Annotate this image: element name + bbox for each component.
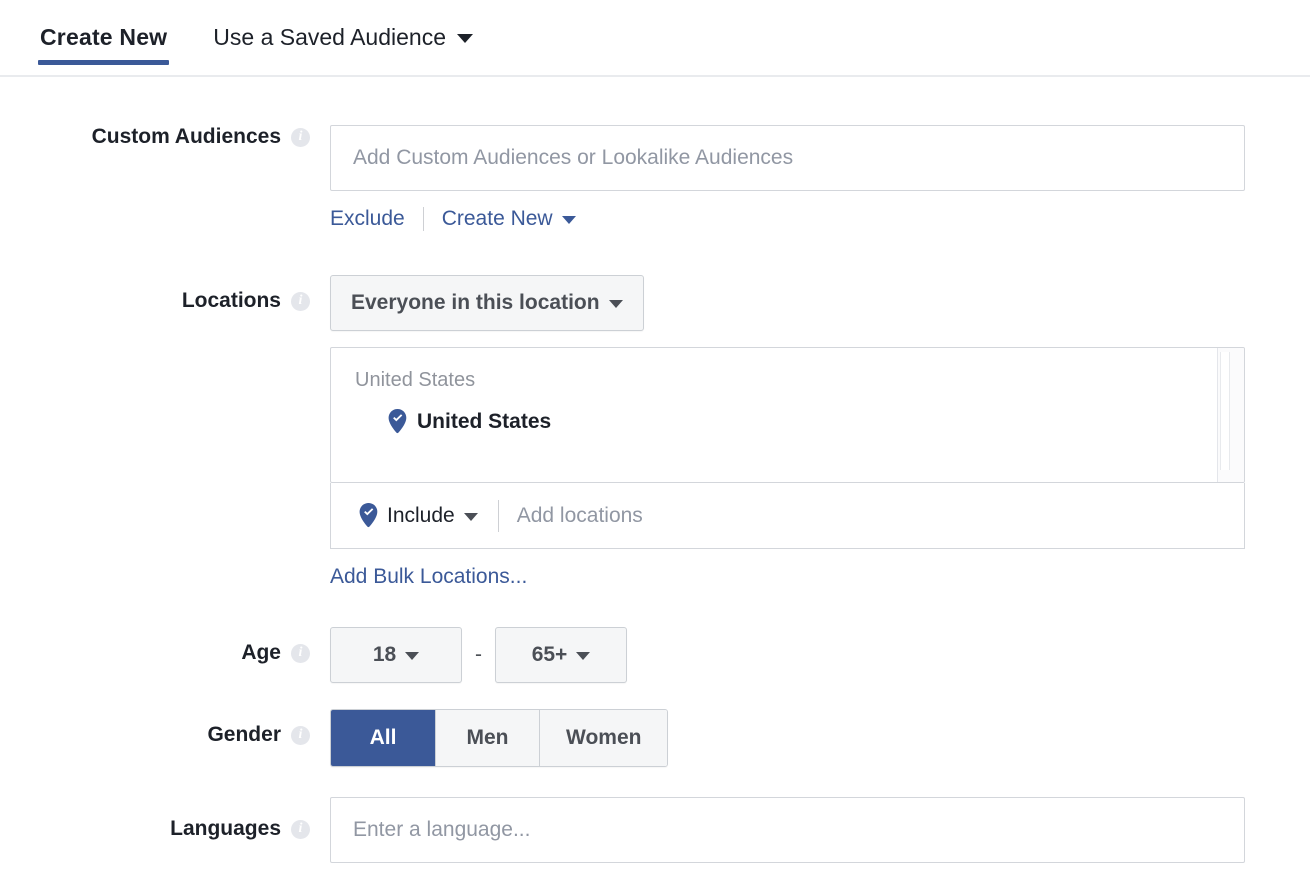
age-min-value: 18 bbox=[372, 643, 397, 666]
age-max-value: 65+ bbox=[531, 643, 568, 666]
tab-use-saved-audience-label: Use a Saved Audience bbox=[213, 24, 446, 50]
tab-use-saved-audience[interactable]: Use a Saved Audience bbox=[211, 0, 475, 75]
map-pin-check-icon bbox=[359, 503, 378, 528]
location-add-row: Include Add locations bbox=[330, 483, 1245, 549]
locations-scrollbar[interactable] bbox=[1217, 348, 1244, 482]
tab-create-new-label: Create New bbox=[40, 24, 168, 50]
gender-label: Gender bbox=[207, 723, 281, 746]
chevron-down-icon bbox=[405, 652, 420, 660]
gender-controls: All Men Women bbox=[330, 709, 1310, 767]
age-max-dropdown[interactable]: 65+ bbox=[495, 627, 627, 683]
audience-form: Custom Audiences i Add Custom Audiences … bbox=[0, 77, 1310, 863]
chevron-down-icon[interactable] bbox=[561, 216, 576, 224]
location-scope-value: Everyone in this location bbox=[351, 291, 600, 314]
languages-label: Languages bbox=[170, 817, 281, 840]
location-scope-dropdown[interactable]: Everyone in this location bbox=[330, 275, 644, 331]
info-icon[interactable]: i bbox=[291, 725, 310, 745]
location-input-divider bbox=[497, 499, 499, 532]
custom-audiences-links: Exclude Create New bbox=[330, 207, 1310, 231]
locations-scrollbar-thumb[interactable] bbox=[1220, 352, 1230, 470]
include-exclude-dropdown[interactable]: Include bbox=[359, 503, 478, 528]
chevron-down-icon bbox=[608, 300, 623, 308]
add-locations-input[interactable]: Add locations bbox=[517, 504, 643, 528]
languages-field-col: Enter a language... bbox=[330, 797, 1310, 863]
gender-option-all[interactable]: All bbox=[331, 710, 435, 766]
chevron-down-icon bbox=[457, 34, 473, 43]
info-icon[interactable]: i bbox=[291, 643, 310, 663]
custom-audiences-placeholder: Add Custom Audiences or Lookalike Audien… bbox=[353, 146, 794, 169]
languages-placeholder: Enter a language... bbox=[353, 818, 531, 841]
chevron-down-icon bbox=[463, 512, 478, 521]
languages-label-col: Languages i bbox=[0, 797, 330, 841]
include-label: Include bbox=[387, 503, 455, 527]
locations-selector: United States United States Include Add … bbox=[330, 347, 1245, 549]
chevron-down-icon bbox=[576, 652, 591, 660]
custom-audiences-label-col: Custom Audiences i bbox=[0, 125, 330, 149]
gender-option-men[interactable]: Men bbox=[435, 710, 539, 766]
locations-row: Locations i Everyone in this location Un… bbox=[0, 275, 1310, 589]
custom-audiences-label: Custom Audiences bbox=[91, 125, 281, 148]
info-icon[interactable]: i bbox=[291, 127, 310, 147]
custom-audiences-field-col: Add Custom Audiences or Lookalike Audien… bbox=[330, 125, 1310, 231]
age-row: Age i 18 - 65+ bbox=[0, 627, 1310, 683]
age-label: Age bbox=[241, 641, 281, 664]
bulk-locations-wrap: Add Bulk Locations... bbox=[330, 565, 1310, 589]
list-item-label: United States bbox=[417, 409, 552, 433]
age-controls: 18 - 65+ bbox=[330, 627, 1310, 683]
info-icon[interactable]: i bbox=[291, 819, 310, 839]
add-bulk-locations-link[interactable]: Add Bulk Locations... bbox=[330, 565, 527, 588]
custom-audiences-input[interactable]: Add Custom Audiences or Lookalike Audien… bbox=[330, 125, 1245, 191]
age-range-separator: - bbox=[475, 643, 482, 666]
map-pin-check-icon bbox=[388, 409, 407, 434]
languages-row: Languages i Enter a language... bbox=[0, 797, 1310, 863]
create-new-audience-link[interactable]: Create New bbox=[442, 207, 553, 231]
locations-label: Locations bbox=[181, 289, 281, 312]
gender-segmented-control: All Men Women bbox=[330, 709, 669, 767]
age-min-dropdown[interactable]: 18 bbox=[330, 627, 462, 683]
audience-tab-bar: Create New Use a Saved Audience bbox=[0, 0, 1310, 77]
tab-create-new[interactable]: Create New bbox=[38, 0, 170, 75]
gender-option-women[interactable]: Women bbox=[539, 710, 668, 766]
custom-audiences-row: Custom Audiences i Add Custom Audiences … bbox=[0, 125, 1310, 231]
info-icon[interactable]: i bbox=[291, 291, 310, 311]
list-item[interactable]: United States bbox=[331, 392, 1244, 434]
link-divider bbox=[422, 207, 424, 231]
languages-input[interactable]: Enter a language... bbox=[330, 797, 1245, 863]
selected-locations-list: United States United States bbox=[330, 347, 1245, 483]
location-group-title: United States bbox=[355, 369, 476, 391]
locations-label-col: Locations i bbox=[0, 275, 330, 313]
gender-label-col: Gender i bbox=[0, 709, 330, 747]
exclude-link[interactable]: Exclude bbox=[330, 207, 405, 231]
gender-row: Gender i All Men Women bbox=[0, 709, 1310, 767]
locations-field-col: Everyone in this location United States bbox=[330, 275, 1310, 589]
age-label-col: Age i bbox=[0, 627, 330, 665]
